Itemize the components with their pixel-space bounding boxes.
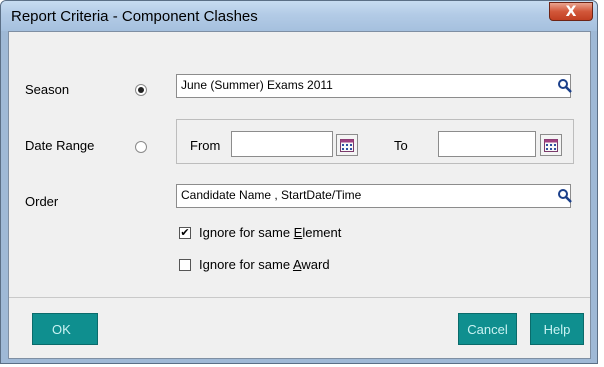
season-lookup-button[interactable] (554, 75, 576, 97)
close-button[interactable]: X (549, 2, 593, 21)
ignore-award-checkbox[interactable] (179, 259, 191, 271)
from-label: From (190, 138, 221, 153)
season-radio[interactable] (135, 84, 147, 96)
ignore-element-label: Ignore for same Element (199, 225, 342, 240)
dialog-body: Season June (Summer) Exams 2011 Date Ran… (8, 31, 591, 359)
calendar-icon (544, 138, 558, 152)
to-calendar-button[interactable] (540, 134, 562, 156)
date-range-label: Date Range (25, 138, 95, 153)
order-field[interactable]: Candidate Name , StartDate/Time (176, 184, 571, 208)
cancel-button[interactable]: Cancel (458, 313, 517, 345)
magnifier-icon (558, 79, 572, 93)
ignore-award-label: Ignore for same Award (199, 257, 330, 272)
to-label: To (394, 138, 408, 153)
order-label: Order (25, 194, 59, 209)
from-calendar-button[interactable] (336, 134, 358, 156)
ignore-element-checkbox[interactable]: ✔ (179, 227, 191, 239)
season-label: Season (25, 82, 70, 97)
magnifier-icon (558, 189, 572, 203)
from-date-input[interactable] (231, 131, 333, 157)
calendar-icon (340, 138, 354, 152)
to-date-input[interactable] (438, 131, 536, 157)
help-button[interactable]: Help (530, 313, 584, 345)
ok-button[interactable]: OK (32, 313, 98, 345)
date-range-radio[interactable] (135, 141, 147, 153)
title-bar[interactable]: Report Criteria - Component Clashes X (1, 1, 597, 31)
season-field[interactable]: June (Summer) Exams 2011 (176, 74, 571, 98)
button-bar-divider (9, 297, 590, 298)
order-lookup-button[interactable] (554, 185, 576, 207)
dialog-window: Report Criteria - Component Clashes X Se… (0, 0, 598, 364)
close-icon: X (565, 3, 577, 20)
dialog-title: Report Criteria - Component Clashes (11, 8, 258, 25)
